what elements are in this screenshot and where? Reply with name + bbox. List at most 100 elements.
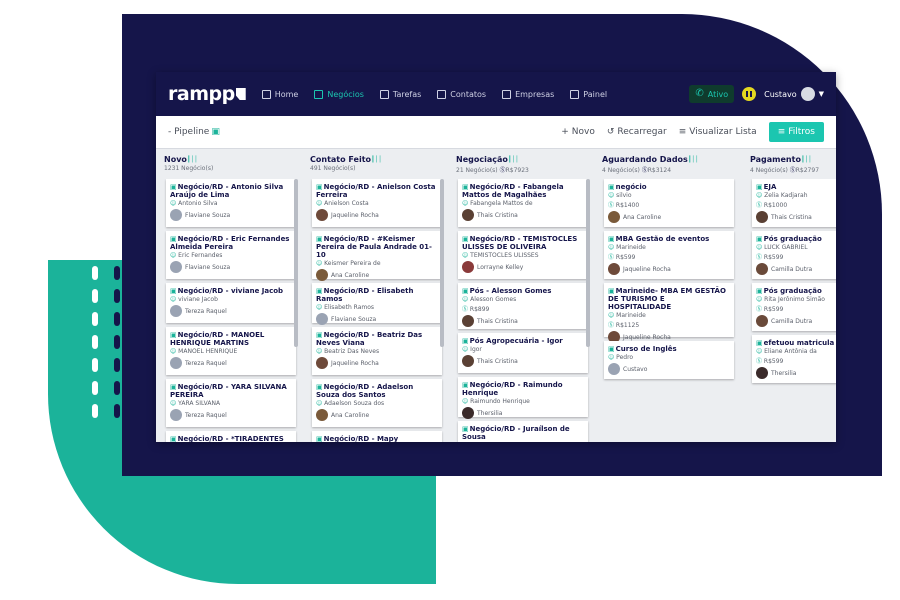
deal-value-text: R$599 <box>763 254 784 261</box>
nav-negocios[interactable]: Negócios <box>314 89 364 99</box>
deal-value-text: R$1125 <box>615 322 640 329</box>
deal-card[interactable]: ▣MBA Gestão de eventos ☺ Marineide Ⓢ R$599… <box>604 231 734 279</box>
column-deal-count: 1231 Negócio(s) <box>164 165 214 172</box>
deal-owner: Custavo <box>608 363 730 375</box>
deal-value-text: R$1400 <box>615 202 640 209</box>
deal-contact-name: Rita Jerônimo Simão <box>764 296 825 303</box>
bar-chart-icon[interactable]: ┃││ <box>508 156 519 163</box>
deal-card[interactable]: ▣EJA ☺ Zelia Kadjarah Ⓢ R$1000 Thais Cristi… <box>752 179 836 227</box>
deal-card[interactable]: ▣negócio ☺ silvio Ⓢ R$1400 Ana Caroline <box>604 179 734 227</box>
avatar <box>608 363 620 375</box>
user-icon: ☺ <box>316 400 325 407</box>
deal-contact: ☺ LUCK GABRIEL <box>756 244 836 251</box>
avatar <box>756 263 768 275</box>
deal-card[interactable]: ▣efetuou matricula ☺ Eliane Antônia da Ⓢ R… <box>752 335 836 383</box>
bar-chart-icon[interactable]: ┃││ <box>801 156 812 163</box>
column-cards: ▣EJA ☺ Zelia Kadjarah Ⓢ R$1000 Thais Cristi… <box>742 179 836 442</box>
new-deal-button[interactable]: + Novo <box>561 127 595 137</box>
column-header: Novo ┃││ 1231 Negócio(s) <box>156 149 298 179</box>
pipeline-title[interactable]: - Pipeline ▣ <box>168 127 220 137</box>
white-dash-pattern <box>92 266 102 418</box>
deal-title-text: Negócio/RD - TEMISTOCLES ULISSES DE OLIV… <box>462 235 578 251</box>
pipeline-column: Novo ┃││ 1231 Negócio(s) ▣Negócio/RD - Ant… <box>156 149 298 442</box>
deal-value: Ⓢ R$1125 <box>608 320 730 329</box>
deal-card-title: ▣Negócio/RD - Eric Fernandes Almeida Per… <box>170 235 292 251</box>
deal-card[interactable]: ▣Negócio/RD - Fabangela Mattos de Magalh… <box>458 179 588 227</box>
user-icon: ☺ <box>316 348 325 355</box>
pause-button[interactable] <box>742 87 757 101</box>
deal-card-title: ▣Negócio/RD - Juraílson de Sousa <box>462 425 584 441</box>
deal-card[interactable]: ▣Negócio/RD - *TIRADENTES☺ *TIRADENTES <box>166 431 296 442</box>
deal-title-text: negócio <box>615 183 647 191</box>
money-icon: Ⓢ <box>787 167 796 174</box>
deal-owner: Lorrayne Kelley <box>462 261 584 273</box>
deal-card-title: ▣Pós graduação <box>756 235 836 243</box>
deal-card[interactable]: ▣Negócio/RD - Antonio Silva Araújo de Li… <box>166 179 296 227</box>
phone-status-toggle[interactable]: ✆ Ativo <box>689 85 735 103</box>
deal-contact: ☺ Anielson Costa <box>316 200 438 207</box>
column-deal-count: 21 Negócio(s) <box>456 167 498 174</box>
deal-card[interactable]: ▣Negócio/RD - Adaelson Souza dos Santos ☺… <box>312 379 442 427</box>
column-scrollbar[interactable] <box>294 179 298 347</box>
deal-card[interactable]: ▣Marineide- MBA EM GESTÃO DE TURISMO E H… <box>604 283 734 343</box>
deal-contact-name: TEMISTOCLES ULISSES <box>470 252 539 259</box>
deal-card[interactable]: ▣Negócio/RD - Elisabeth Ramos ☺ Elisabeth… <box>312 283 442 325</box>
filter-button[interactable]: ≡ Filtros <box>768 122 824 142</box>
briefcase-icon: ▣ <box>170 183 177 191</box>
deal-owner-name: Thais Cristina <box>477 357 518 365</box>
deal-card[interactable]: ▣Pós graduação ☺ Rita Jerônimo Simão Ⓢ R$5… <box>752 283 836 331</box>
logo-mark-icon <box>235 88 246 100</box>
checkbox-icon <box>379 89 389 99</box>
list-view-button[interactable]: ≡ Visualizar Lista <box>679 127 757 137</box>
deal-value-text: R$899 <box>469 306 490 313</box>
deal-card[interactable]: ▣Pós Agropecuária - Igor ☺ Igor Thais Cris… <box>458 333 588 373</box>
nav-contatos[interactable]: Contatos <box>437 89 486 99</box>
deal-card[interactable]: ▣Negócio/RD - YARA SILVANA PEREIRA ☺ YARA… <box>166 379 296 427</box>
nav-tarefas[interactable]: Tarefas <box>379 89 421 99</box>
deal-card[interactable]: ▣Negócio/RD - Eric Fernandes Almeida Per… <box>166 231 296 279</box>
deal-card[interactable]: ▣Negócio/RD - Raimundo Henrique ☺ Raimund… <box>458 377 588 419</box>
user-icon: ☺ <box>316 260 325 267</box>
reload-button[interactable]: ↺ Recarregar <box>607 127 667 137</box>
deal-card[interactable]: ▣Negócio/RD - viviane Jacob ☺ viviane Jac… <box>166 283 296 323</box>
deal-card[interactable]: ▣Negócio/RD - #Keismer Pereira de Paula … <box>312 231 442 281</box>
deal-owner-name: Tereza Raquel <box>185 359 227 367</box>
deal-owner: Ana Caroline <box>316 409 438 421</box>
deal-card-title: ▣Negócio/RD - TEMISTOCLES ULISSES DE OLI… <box>462 235 584 251</box>
bar-chart-icon[interactable]: ┃││ <box>187 156 198 163</box>
deal-title-text: Negócio/RD - Mapy <box>323 435 399 442</box>
deal-owner-name: Camilla Dutra <box>771 265 813 273</box>
deal-card[interactable]: ▣Negócio/RD - Beatriz Das Neves Viana ☺ B… <box>312 327 442 375</box>
nav-home[interactable]: Home <box>261 89 298 99</box>
column-scrollbar[interactable] <box>586 179 590 347</box>
deal-title-text: MBA Gestão de eventos <box>615 235 710 243</box>
deal-card[interactable]: ▣Negócio/RD - MANOEL HENRIQUE MARTINS ☺ M… <box>166 327 296 375</box>
deal-contact: ☺ Antonio Silva <box>170 200 292 207</box>
avatar <box>316 409 328 421</box>
avatar <box>170 357 182 369</box>
deal-card[interactable]: ▣Pós graduação ☺ LUCK GABRIEL Ⓢ R$599 Camil… <box>752 231 836 279</box>
nav-painel[interactable]: Painel <box>570 89 607 99</box>
briefcase-icon: ▣ <box>608 287 615 295</box>
deal-card[interactable]: ▣Pós - Alesson Gomes ☺ Alesson Gomes Ⓢ R$8… <box>458 283 588 329</box>
user-menu[interactable]: Custavo ▼ <box>764 87 824 101</box>
deal-card[interactable]: ▣Negócio/RD - Mapy☺ Mapy <box>312 431 442 442</box>
deal-card[interactable]: ▣Negócio/RD - Anielson Costa Ferreira ☺ A… <box>312 179 442 227</box>
chart-icon <box>570 89 580 99</box>
deal-card[interactable]: ▣Negócio/RD - Juraílson de Sousa☺ Juraíl… <box>458 421 588 442</box>
avatar <box>170 305 182 317</box>
deal-value: Ⓢ R$599 <box>756 356 836 365</box>
bar-chart-icon[interactable]: ┃││ <box>688 156 699 163</box>
avatar <box>316 209 328 221</box>
bar-chart-icon[interactable]: ┃││ <box>371 156 382 163</box>
deal-owner-name: Tereza Raquel <box>185 307 227 315</box>
column-scrollbar[interactable] <box>440 179 444 347</box>
column-title-row: Pagamento ┃││ <box>750 155 836 164</box>
deal-card[interactable]: ▣Negócio/RD - TEMISTOCLES ULISSES DE OLI… <box>458 231 588 279</box>
deal-owner: Flaviane Souza <box>316 313 438 325</box>
rampp-logo[interactable]: rampp <box>168 83 246 105</box>
nav-empresas[interactable]: Empresas <box>502 89 554 99</box>
deal-title-text: EJA <box>763 183 777 191</box>
user-icon: ☺ <box>462 200 471 207</box>
deal-card[interactable]: ▣Curso de Inglês ☺ Pedro Custavo <box>604 341 734 379</box>
